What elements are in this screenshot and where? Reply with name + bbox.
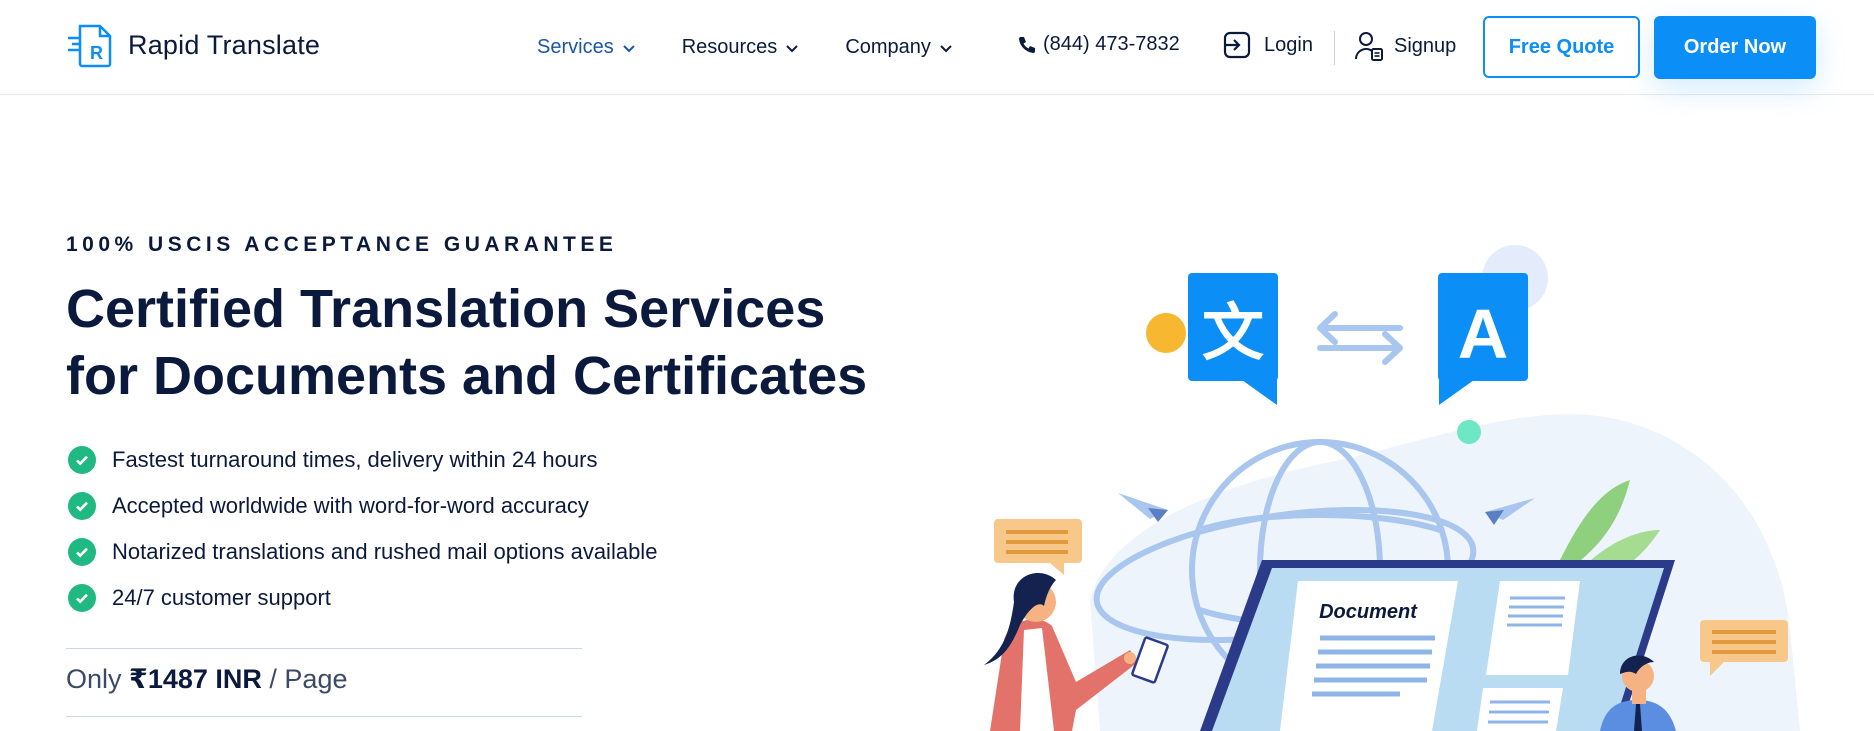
translation-illustration: 文 A Document [984,245,1800,731]
chevron-down-icon [786,44,799,52]
price-divider-bottom [66,716,582,717]
price-line: Only ₹1487 INR / Page [66,664,347,695]
site-header: R Rapid Translate Services Resources Com… [0,0,1874,95]
source-glyph: 文 [1202,296,1264,369]
phone-number: (844) 473-7832 [1043,33,1180,55]
chevron-down-icon [940,44,952,52]
headline-rest: Translation Services [285,279,826,339]
chevron-down-icon [622,44,635,52]
feature-text: Accepted worldwide with word-for-word ac… [112,493,589,518]
nav-divider [1334,31,1335,65]
price-suffix: / Page [269,664,348,694]
signup-label: Signup [1394,34,1457,57]
check-circle-icon [68,584,96,612]
document-screen: Document [1200,560,1675,731]
login-icon [1223,31,1251,59]
main-nav: Services Resources Company [537,0,999,95]
target-glyph: A [1458,295,1509,373]
free-quote-button[interactable]: Free Quote [1483,16,1640,78]
user-signup-icon [1355,32,1383,61]
check-circle-icon [68,492,96,520]
phone-icon [1019,36,1035,53]
nav-services[interactable]: Services [537,36,636,59]
list-item: Fastest turnaround times, delivery withi… [68,437,657,483]
headline-highlight: Certified [62,276,289,343]
login-label: Login [1264,33,1313,56]
price-value: ₹1487 INR [129,664,262,694]
feature-list: Fastest turnaround times, delivery withi… [68,437,657,621]
nav-resources-label: Resources [681,36,778,58]
feature-text: Notarized translations and rushed mail o… [112,539,658,564]
phone-link[interactable]: (844) 473-7832 [1017,33,1180,56]
brand-name: Rapid Translate [128,29,321,60]
login-link[interactable]: Login [1222,30,1313,60]
order-now-button[interactable]: Order Now [1654,16,1816,79]
nav-services-label: Services [537,36,614,58]
check-circle-icon [68,538,96,566]
list-item: Accepted worldwide with word-for-word ac… [68,483,657,529]
price-divider-top [66,648,582,649]
hero-headline: Certified Translation Services for Docum… [62,276,966,410]
headline-line-2: for Documents and Certificates [66,346,868,406]
signup-link[interactable]: Signup [1354,30,1456,62]
chat-bubble-icon [994,519,1082,575]
hero-eyebrow: 100% USCIS ACCEPTANCE GUARANTEE [66,233,618,256]
decor-circle [1457,420,1481,444]
swap-arrows-icon [1317,311,1403,365]
list-item: Notarized translations and rushed mail o… [68,529,657,575]
nav-resources[interactable]: Resources [682,36,800,59]
logo-icon: R [68,24,112,68]
source-language-card: 文 [1188,273,1278,405]
nav-company-label: Company [845,36,931,58]
document-label: Document [1319,601,1418,623]
list-item: 24/7 customer support [68,575,657,621]
logo[interactable]: R Rapid Translate [66,22,320,68]
decor-circle [1146,313,1186,353]
check-circle-icon [68,446,96,474]
price-prefix: Only [66,664,122,694]
svg-text:R: R [90,43,103,63]
paper-plane-icon [1118,493,1168,522]
nav-company[interactable]: Company [845,36,953,59]
feature-text: Fastest turnaround times, delivery withi… [112,447,598,472]
feature-text: 24/7 customer support [112,585,331,610]
target-language-card: A [1438,273,1528,405]
